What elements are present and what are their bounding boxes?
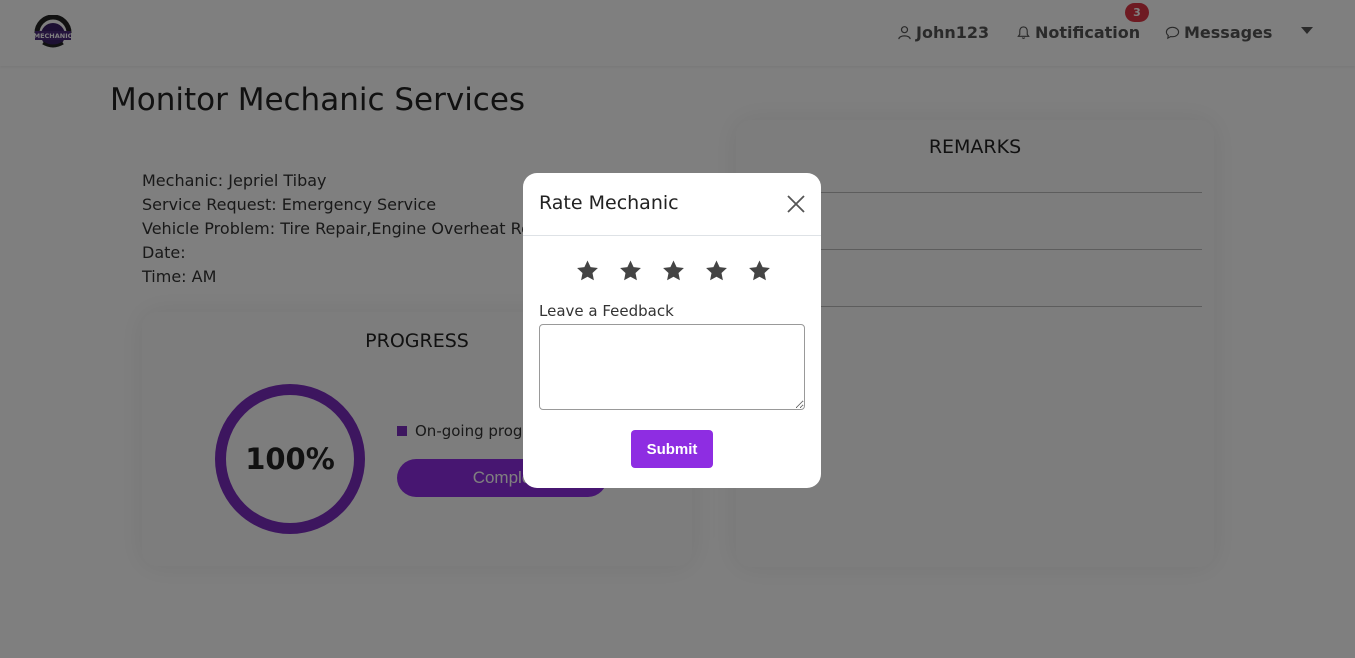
star-rating bbox=[575, 259, 772, 283]
rate-mechanic-modal: Rate Mechanic Leave a Feedback Submit bbox=[523, 173, 821, 488]
modal-header: Rate Mechanic bbox=[523, 173, 821, 236]
feedback-textarea[interactable] bbox=[539, 324, 805, 410]
modal-title: Rate Mechanic bbox=[539, 192, 679, 214]
star-icon-2[interactable] bbox=[618, 259, 643, 283]
star-icon-4[interactable] bbox=[704, 259, 729, 283]
star-icon-5[interactable] bbox=[747, 259, 772, 283]
submit-button[interactable]: Submit bbox=[631, 430, 713, 468]
star-icon-3[interactable] bbox=[661, 259, 686, 283]
close-icon[interactable] bbox=[786, 194, 806, 214]
feedback-label: Leave a Feedback bbox=[539, 302, 674, 320]
star-icon-1[interactable] bbox=[575, 259, 600, 283]
